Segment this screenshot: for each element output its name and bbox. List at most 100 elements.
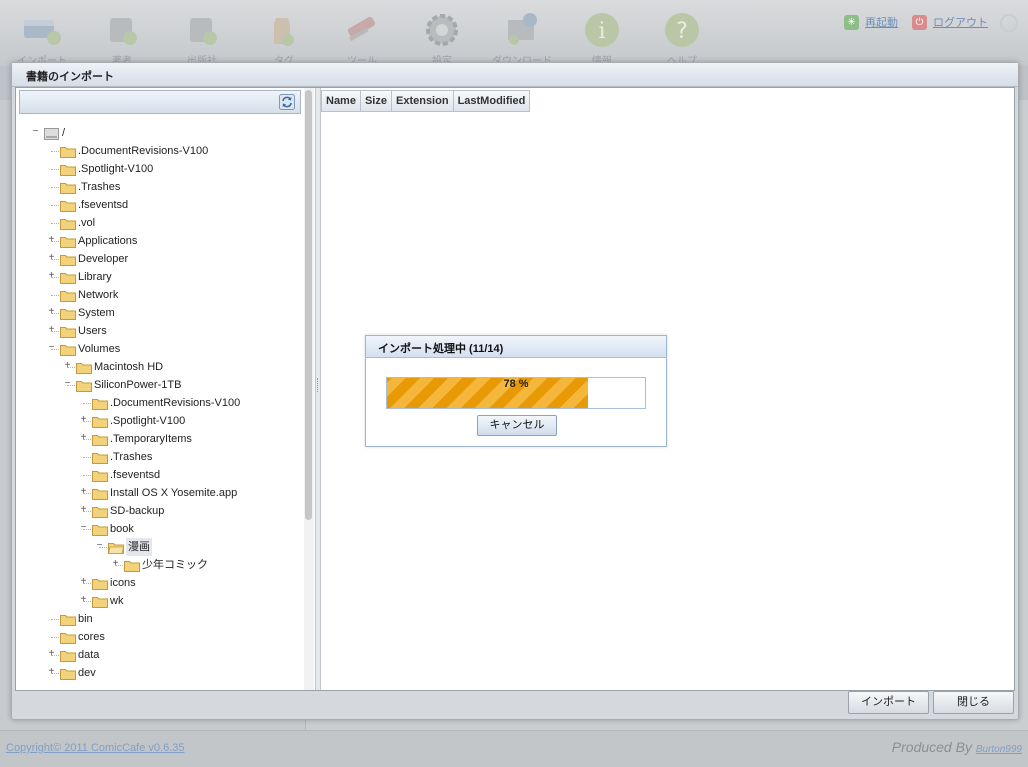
import-button[interactable]: インポート bbox=[848, 691, 929, 714]
tree-node[interactable]: − Volumes bbox=[16, 340, 306, 358]
author-link[interactable]: Burton999 bbox=[976, 744, 1022, 755]
splitter-grip[interactable] bbox=[317, 378, 319, 392]
tree-node[interactable]: + Macintosh HD bbox=[16, 358, 306, 376]
tree-node-label[interactable]: Install OS X Yosemite.app bbox=[110, 484, 237, 502]
column-header-extension[interactable]: Extension bbox=[391, 90, 454, 112]
tree-node[interactable]: + Users bbox=[16, 322, 306, 340]
tree-node[interactable]: + 少年コミック bbox=[16, 556, 306, 574]
tree-node-label[interactable]: System bbox=[78, 304, 115, 322]
tree-node[interactable]: cores bbox=[16, 628, 306, 646]
tree-node-label[interactable]: Volumes bbox=[78, 340, 120, 358]
tree-node[interactable]: + dev bbox=[16, 664, 306, 682]
tree-node[interactable]: − book bbox=[16, 520, 306, 538]
close-button[interactable]: 閉じる bbox=[933, 691, 1014, 714]
tree-node[interactable]: + data bbox=[16, 646, 306, 664]
tree-node-label[interactable]: 漫画 bbox=[126, 538, 152, 556]
column-header-name[interactable]: Name bbox=[321, 90, 361, 112]
tree-node-label[interactable]: .fseventsd bbox=[78, 196, 128, 214]
toolbar-info-button[interactable]: i情報 bbox=[570, 8, 634, 67]
expand-toggle[interactable]: + bbox=[78, 577, 89, 588]
expand-toggle[interactable]: + bbox=[46, 325, 57, 336]
tree-node[interactable]: .DocumentRevisions-V100 bbox=[16, 394, 306, 412]
tree-node-label[interactable]: wk bbox=[110, 592, 123, 610]
tree-node-label[interactable]: .Trashes bbox=[110, 448, 152, 466]
tree-node-label[interactable]: Library bbox=[78, 268, 112, 286]
tree-node-label[interactable]: .vol bbox=[78, 214, 95, 232]
collapse-toggle[interactable]: − bbox=[46, 343, 57, 354]
cancel-button[interactable]: キャンセル bbox=[477, 415, 557, 436]
expand-toggle[interactable]: + bbox=[62, 361, 73, 372]
tree-node[interactable]: + System bbox=[16, 304, 306, 322]
tree-node[interactable]: .fseventsd bbox=[16, 466, 306, 484]
tree-node[interactable]: + .TemporaryItems bbox=[16, 430, 306, 448]
expand-toggle[interactable]: + bbox=[78, 433, 89, 444]
tree-node-label[interactable]: Applications bbox=[78, 232, 137, 250]
tree-node[interactable]: .Spotlight-V100 bbox=[16, 160, 306, 178]
tree-node[interactable]: .fseventsd bbox=[16, 196, 306, 214]
tree-node-label[interactable]: / bbox=[62, 124, 65, 142]
tree-node[interactable]: bin bbox=[16, 610, 306, 628]
expand-toggle[interactable]: + bbox=[46, 235, 57, 246]
tree-node-label[interactable]: Network bbox=[78, 286, 118, 304]
toolbar-tag-add-button[interactable]: タグ bbox=[252, 8, 316, 67]
toolbar-author-add-button[interactable]: 著者 bbox=[90, 8, 154, 67]
column-header-size[interactable]: Size bbox=[360, 90, 392, 112]
restart-link[interactable]: 再起動 bbox=[865, 14, 898, 30]
toolbar-help-button[interactable]: ?ヘルプ bbox=[650, 8, 714, 67]
power-icon[interactable] bbox=[1000, 14, 1018, 32]
column-header-lastmodified[interactable]: LastModified bbox=[453, 90, 531, 112]
expand-toggle[interactable]: + bbox=[46, 649, 57, 660]
logout-link[interactable]: ログアウト bbox=[933, 14, 988, 30]
expand-toggle[interactable]: + bbox=[78, 487, 89, 498]
tree-node-label[interactable]: 少年コミック bbox=[142, 556, 208, 574]
tree-node[interactable]: .Trashes bbox=[16, 448, 306, 466]
tree-node-label[interactable]: .Spotlight-V100 bbox=[78, 160, 153, 178]
expand-toggle[interactable]: + bbox=[78, 505, 89, 516]
tree-node-label[interactable]: Users bbox=[78, 322, 107, 340]
expand-toggle[interactable]: + bbox=[46, 271, 57, 282]
expand-toggle[interactable]: + bbox=[46, 253, 57, 264]
expand-toggle[interactable]: + bbox=[110, 559, 121, 570]
expand-toggle[interactable]: + bbox=[78, 415, 89, 426]
toolbar-books-add-button[interactable]: インポート bbox=[10, 8, 74, 67]
tree-node[interactable]: + Developer bbox=[16, 250, 306, 268]
tree-node[interactable]: .DocumentRevisions-V100 bbox=[16, 142, 306, 160]
tree-node-label[interactable]: .TemporaryItems bbox=[110, 430, 192, 448]
tree-node[interactable]: − / bbox=[16, 124, 306, 142]
tree-node[interactable]: + SD-backup bbox=[16, 502, 306, 520]
restart-icon[interactable]: ✳ bbox=[844, 14, 859, 30]
tree-node[interactable]: .vol bbox=[16, 214, 306, 232]
toolbar-gear-button[interactable]: 設定 bbox=[410, 8, 474, 67]
tree-node[interactable]: + Applications bbox=[16, 232, 306, 250]
tree-node[interactable]: + .Spotlight-V100 bbox=[16, 412, 306, 430]
expand-toggle[interactable]: + bbox=[46, 667, 57, 678]
tree-node[interactable]: + icons bbox=[16, 574, 306, 592]
tree-node-label[interactable]: .Spotlight-V100 bbox=[110, 412, 185, 430]
tree-node[interactable]: Network bbox=[16, 286, 306, 304]
tree-scrollbar-thumb[interactable] bbox=[305, 90, 312, 520]
toolbar-publisher-add-button[interactable]: 出版社 bbox=[170, 8, 234, 67]
tree-node-label[interactable]: .DocumentRevisions-V100 bbox=[110, 394, 240, 412]
collapse-toggle[interactable]: − bbox=[30, 127, 41, 138]
tree-node-label[interactable]: SD-backup bbox=[110, 502, 164, 520]
refresh-icon[interactable] bbox=[279, 94, 295, 110]
tree-node-label[interactable]: bin bbox=[78, 610, 93, 628]
logout-icon[interactable]: ⏻ bbox=[912, 14, 927, 30]
tree-node-label[interactable]: .DocumentRevisions-V100 bbox=[78, 142, 208, 160]
tree-scrollbar[interactable] bbox=[304, 88, 314, 690]
tree-node[interactable]: − 漫画 bbox=[16, 538, 306, 556]
tree-node-label[interactable]: dev bbox=[78, 664, 96, 682]
tree-node-label[interactable]: .fseventsd bbox=[110, 466, 160, 484]
expand-toggle[interactable]: + bbox=[78, 595, 89, 606]
tree-node[interactable]: − SiliconPower-1TB bbox=[16, 376, 306, 394]
tree-node-label[interactable]: icons bbox=[110, 574, 136, 592]
expand-toggle[interactable]: + bbox=[46, 307, 57, 318]
collapse-toggle[interactable]: − bbox=[94, 541, 105, 552]
collapse-toggle[interactable]: − bbox=[62, 379, 73, 390]
toolbar-tools-button[interactable]: ツール bbox=[330, 8, 394, 67]
tree-node-label[interactable]: Developer bbox=[78, 250, 128, 268]
collapse-toggle[interactable]: − bbox=[78, 523, 89, 534]
tree-node-label[interactable]: cores bbox=[78, 628, 105, 646]
toolbar-download-button[interactable]: ダウンロード bbox=[490, 8, 554, 67]
tree-node[interactable]: + wk bbox=[16, 592, 306, 610]
